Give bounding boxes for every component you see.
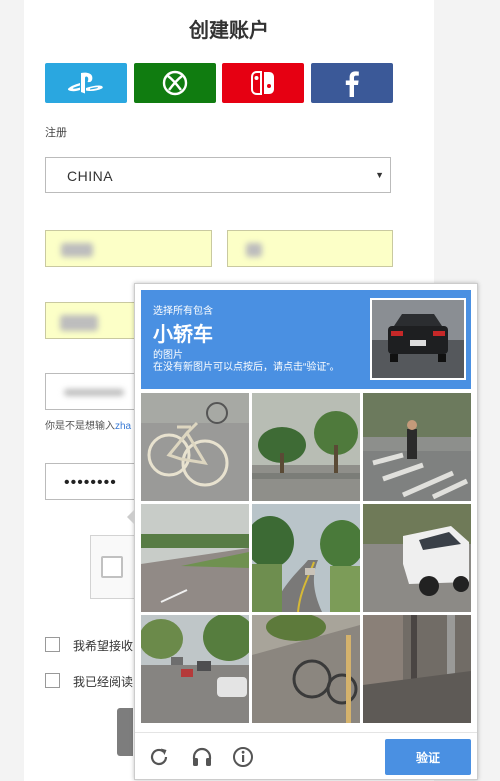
instruction-line: 选择所有包含 — [153, 306, 213, 317]
email-suggestion-text: 你是不是想输入 — [45, 421, 115, 432]
register-label: 注册 — [45, 127, 67, 139]
grid-tile-parked-suv[interactable] — [363, 504, 471, 612]
grid-tile-road-grass[interactable] — [141, 504, 249, 612]
sample-car-image — [370, 298, 466, 380]
xbox-button[interactable] — [134, 63, 216, 103]
terms-checkbox[interactable] — [45, 673, 60, 688]
nintendo-switch-button[interactable] — [222, 63, 304, 103]
facebook-icon — [345, 71, 359, 97]
newsletter-label: 我希望接收 — [73, 639, 134, 653]
grid-tile-bicycle-sidewalk[interactable] — [252, 615, 360, 723]
caret-down-icon: ▼ — [375, 170, 384, 180]
playstation-icon — [67, 72, 103, 94]
terms-label: 我已经阅读 — [73, 675, 134, 689]
grid-tile-palm-trees[interactable] — [252, 393, 360, 501]
facebook-button[interactable] — [311, 63, 393, 103]
instruction-line: 在没有新图片可以点按后，请点击“验证”。 — [153, 362, 340, 373]
redacted-text — [246, 243, 262, 257]
region-select[interactable]: CHINA ▼ — [45, 157, 391, 193]
create-account-button[interactable] — [117, 708, 133, 756]
grid-tile-crosswalk[interactable] — [363, 393, 471, 501]
email-suggestion-link[interactable]: zha — [115, 421, 131, 432]
reload-icon[interactable] — [147, 745, 171, 769]
xbox-icon — [162, 70, 188, 96]
challenge-header: 选择所有包含 小轿车 的图片 在没有新图片可以点按后，请点击“验证”。 — [141, 290, 471, 389]
email-suggestion: 你是不是想输入zha — [45, 417, 131, 432]
captcha-challenge: 选择所有包含 小轿车 的图片 在没有新图片可以点按后，请点击“验证”。 验证 — [127, 283, 478, 781]
last-name-field[interactable] — [227, 230, 393, 267]
grid-tile-curvy-road[interactable] — [252, 504, 360, 612]
first-name-field[interactable] — [45, 230, 212, 267]
redacted-text — [61, 243, 93, 257]
redacted-text — [64, 389, 124, 396]
popup-arrow — [127, 509, 135, 525]
password-mask: •••••••• — [64, 474, 117, 491]
verify-button[interactable]: 验证 — [385, 739, 471, 775]
image-grid — [141, 393, 471, 723]
nintendo-switch-icon — [251, 71, 274, 95]
info-icon[interactable] — [231, 745, 255, 769]
page-title: 创建账户 — [189, 20, 269, 42]
grid-tile-bicycle[interactable] — [141, 393, 249, 501]
playstation-button[interactable] — [45, 63, 127, 103]
challenge-footer: 验证 — [135, 732, 477, 781]
recaptcha-checkbox[interactable] — [101, 556, 123, 578]
grid-tile-sidewalk-pole[interactable] — [363, 615, 471, 723]
grid-tile-highway-cars[interactable] — [141, 615, 249, 723]
challenge-target: 小轿车 — [153, 324, 213, 346]
newsletter-checkbox[interactable] — [45, 637, 60, 652]
region-select-value: CHINA — [67, 168, 114, 184]
audio-icon[interactable] — [190, 745, 214, 769]
redacted-text — [60, 315, 98, 331]
